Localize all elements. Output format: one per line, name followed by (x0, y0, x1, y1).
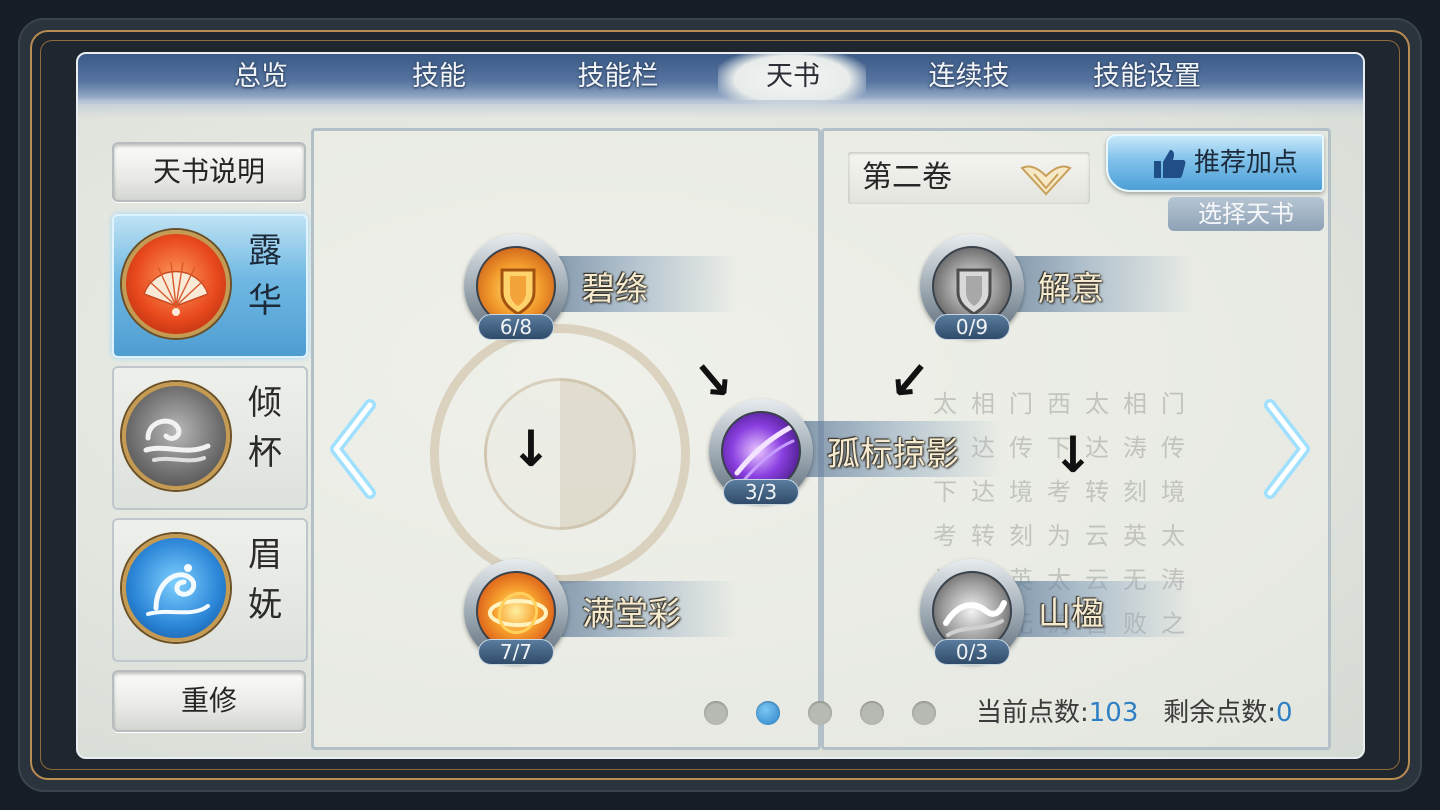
thumbs-up-icon (1154, 150, 1186, 178)
skill-level: 0/3 (934, 639, 1010, 665)
book-explain-button[interactable]: 天书说明 (112, 142, 306, 202)
page-dot-2[interactable] (756, 701, 780, 725)
tree-arrow-down: ↓ (1052, 426, 1094, 484)
reset-button[interactable]: 重修 (112, 670, 306, 732)
taiji-emblem (430, 324, 690, 584)
tab-skills[interactable]: 技能 (374, 56, 504, 98)
lotus-dropdown-icon (1020, 165, 1072, 196)
recommend-label: 推荐加点 (1194, 148, 1299, 178)
prev-page-arrow-icon[interactable] (328, 399, 378, 499)
next-page-arrow-icon[interactable] (1262, 399, 1312, 499)
skill-level: 3/3 (723, 479, 799, 505)
book-item-qingbei[interactable]: 倾杯 (112, 366, 308, 510)
skill-level: 6/8 (478, 314, 554, 340)
cloud-swirl-icon (122, 382, 230, 490)
yin-yang-icon (484, 378, 636, 530)
skill-level: 7/7 (478, 639, 554, 665)
book-name: 眉妩 (248, 535, 282, 625)
folding-fan-icon (122, 230, 230, 338)
skill-name: 孤标掠影 (827, 434, 959, 473)
tab-skill-book[interactable]: 天书 (728, 56, 858, 98)
book-name: 露华 (248, 231, 282, 321)
phoenix-icon (122, 534, 230, 642)
page-dot-1[interactable] (704, 701, 728, 725)
skill-name: 满堂彩 (582, 594, 681, 633)
volume-label: 第二卷 (862, 160, 952, 195)
remaining-points-value: 0 (1275, 698, 1293, 728)
tab-combo[interactable]: 连续技 (904, 56, 1034, 98)
page-dot-3[interactable] (808, 701, 832, 725)
skill-level: 0/9 (934, 314, 1010, 340)
page-dot-4[interactable] (860, 701, 884, 725)
tree-arrow-down: ↓ (510, 420, 552, 478)
page-dot-5[interactable] (912, 701, 936, 725)
tab-skill-bar[interactable]: 技能栏 (548, 56, 688, 98)
volume-selector[interactable]: 第二卷 (848, 152, 1090, 204)
book-item-luhua[interactable]: 露华 (112, 214, 308, 358)
book-item-meiwu[interactable]: 眉妩 (112, 518, 308, 662)
book-name: 倾杯 (248, 383, 282, 473)
skill-name: 碧绦 (582, 269, 648, 308)
points-summary: 当前点数:103 剩余点数:0 (976, 694, 1293, 732)
tab-overview[interactable]: 总览 (196, 56, 326, 98)
tab-skill-settings[interactable]: 技能设置 (1072, 56, 1222, 98)
current-points-value: 103 (1088, 698, 1139, 728)
tab-bar: 总览 技能 技能栏 天书 连续技 技能设置 (78, 54, 1363, 118)
skill-name: 山楹 (1038, 594, 1104, 633)
select-book-button[interactable]: 选择天书 (1168, 197, 1324, 231)
remaining-points-label: 剩余点数: (1163, 698, 1276, 728)
skill-name: 解意 (1038, 269, 1104, 308)
current-points-label: 当前点数: (976, 698, 1089, 728)
skill-book-screen: 总览 技能 技能栏 天书 连续技 技能设置 天书说明 露华 倾杯 眉妩 重修 太… (76, 52, 1365, 759)
recommend-points-button[interactable]: 推荐加点 (1106, 134, 1324, 192)
